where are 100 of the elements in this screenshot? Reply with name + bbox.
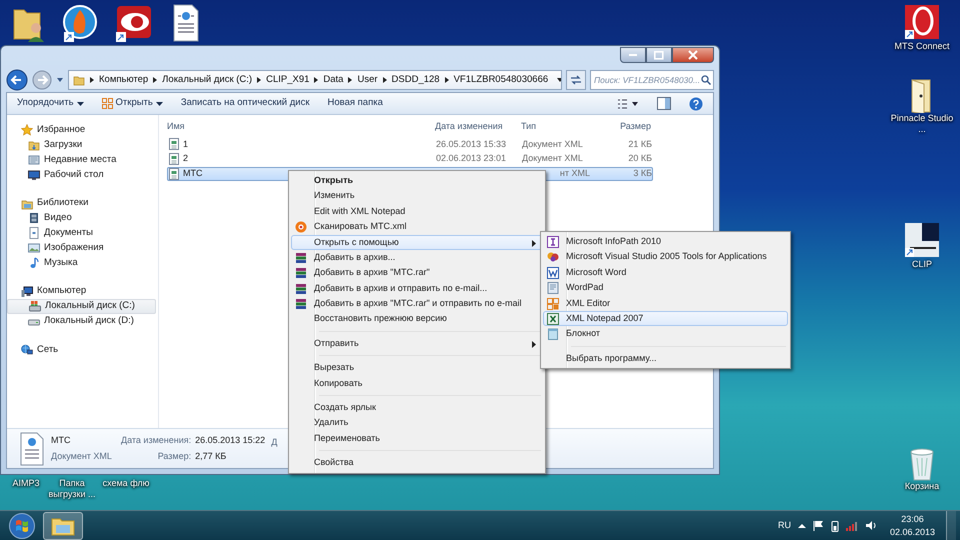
nav-item[interactable]: Библиотеки xyxy=(7,196,156,211)
menu-item[interactable]: Свойства xyxy=(291,455,543,471)
menu-item[interactable]: Открыть xyxy=(291,173,543,188)
library-folder-icon xyxy=(21,198,33,210)
column-header[interactable]: Дата изменения xyxy=(435,120,521,134)
column-header[interactable]: Тип xyxy=(521,120,603,134)
chevron-icon[interactable] xyxy=(313,76,320,84)
menu-item[interactable]: Изменить xyxy=(291,188,543,204)
nav-item[interactable]: Рабочий стол xyxy=(7,167,156,182)
breadcrumb-link[interactable]: DSDD_128 xyxy=(392,72,440,88)
menu-item[interactable]: Microsoft InfoPath 2010 xyxy=(543,234,788,250)
maximize-icon xyxy=(654,50,664,60)
breadcrumb-link[interactable]: Компьютер xyxy=(99,72,148,88)
chevron-icon[interactable] xyxy=(347,76,354,84)
menu-item[interactable]: WordPad xyxy=(543,280,788,296)
nav-item[interactable]: Избранное xyxy=(7,123,156,138)
star-icon xyxy=(21,124,33,136)
close-button[interactable] xyxy=(672,47,714,63)
breadcrumb-link[interactable]: Data xyxy=(323,72,344,88)
language-indicator[interactable]: RU xyxy=(778,518,791,532)
column-header[interactable]: Имя xyxy=(167,120,435,134)
folder-icon xyxy=(51,516,75,536)
breadcrumb-link[interactable]: VF1LZBR0548030666 xyxy=(454,72,548,88)
toolbar-button[interactable]: Новая папка xyxy=(328,96,383,111)
menu-item[interactable]: XML Editor xyxy=(543,296,788,311)
speaker-icon[interactable] xyxy=(864,520,877,531)
column-header[interactable]: Размер xyxy=(603,120,651,134)
show-hidden-icons-icon[interactable] xyxy=(798,522,806,528)
menu-item[interactable]: XML Notepad 2007 xyxy=(543,310,788,326)
menu-item[interactable]: Копировать xyxy=(291,376,543,392)
film-icon xyxy=(28,212,40,224)
clip-app-icon[interactable] xyxy=(902,222,942,259)
chevron-icon[interactable] xyxy=(152,76,158,84)
flag-icon[interactable] xyxy=(812,520,824,531)
menu-item[interactable]: Microsoft Visual Studio 2005 Tools for Applications xyxy=(543,249,788,265)
nav-item[interactable]: Музыка xyxy=(7,255,156,270)
view-options-icon[interactable] xyxy=(617,98,639,110)
chevron-icon[interactable] xyxy=(256,76,262,84)
menu-item[interactable]: Edit with XML Notepad xyxy=(291,204,543,220)
preview-pane-icon[interactable] xyxy=(657,97,671,110)
chevron-icon[interactable] xyxy=(89,76,95,84)
menu-item[interactable]: Вырезать xyxy=(291,360,543,376)
menu-item[interactable]: Открыть с помощью xyxy=(291,234,543,250)
menu-item[interactable]: Добавить в архив... xyxy=(291,250,543,266)
menu-item[interactable]: Переименовать xyxy=(291,430,543,446)
menu-item[interactable]: Добавить в архив и отправить по e-mail... xyxy=(291,280,543,296)
maximize-button[interactable] xyxy=(646,47,672,63)
menu-item[interactable]: Выбрать программу... xyxy=(543,350,788,366)
nav-item[interactable]: Недавние места xyxy=(7,152,156,168)
menu-item[interactable]: Удалить xyxy=(291,415,543,431)
battery-icon[interactable] xyxy=(830,520,839,532)
file-row[interactable]: 1 26.05.2013 15:33 Документ XML 21 КБ xyxy=(167,137,653,152)
breadcrumb-link[interactable]: User xyxy=(357,72,378,88)
address-bar[interactable]: Компьютер Локальный диск (C:) CLIP_X91 Data User DSDD_128 VF1LZBR0548030666 xyxy=(68,70,562,90)
menu-item[interactable]: Создать ярлык xyxy=(291,400,543,416)
menu-item[interactable]: Добавить в архив "MTC.rar" xyxy=(291,265,543,281)
show-desktop-button[interactable] xyxy=(946,510,956,540)
xml-file-icon xyxy=(168,153,180,166)
mts-logo-icon[interactable] xyxy=(902,4,942,41)
toolbar-button[interactable]: Упорядочить xyxy=(17,96,84,111)
breadcrumb-link[interactable]: CLIP_X91 xyxy=(266,72,310,88)
nav-item[interactable]: Компьютер xyxy=(7,284,156,299)
desktop-icon-label: Pinnacle Studio ... xyxy=(890,113,954,136)
menu-item[interactable]: Сканировать MTC.xml xyxy=(291,219,543,235)
nav-item[interactable]: Локальный диск (C:) xyxy=(7,298,156,314)
help-icon[interactable] xyxy=(689,96,703,110)
toolbar-button[interactable]: Открыть xyxy=(102,96,163,111)
file-row[interactable]: 2 02.06.2013 23:01 Документ XML 20 КБ xyxy=(167,152,653,167)
search-field[interactable]: Поиск: VF1LZBR0548030... xyxy=(590,70,714,90)
menu-item[interactable]: Отправить xyxy=(291,336,543,352)
clock[interactable]: 23:06 02.06.2013 xyxy=(890,513,935,538)
monitor-icon xyxy=(28,168,40,181)
file-type: Документ XML xyxy=(51,450,113,463)
minimize-icon xyxy=(629,54,637,56)
desktop-icon-label: Корзина xyxy=(904,481,940,492)
menu-item[interactable]: Добавить в архив "MTC.rar" и отправить по e-mail xyxy=(291,296,543,312)
breadcrumb-link[interactable]: Локальный диск (C:) xyxy=(162,72,252,88)
nav-item[interactable]: Сеть xyxy=(7,342,156,358)
nav-item[interactable]: Изображения xyxy=(7,240,156,256)
menu-item[interactable]: Microsoft Word xyxy=(543,264,788,280)
music-note-icon xyxy=(28,256,40,269)
back-button[interactable] xyxy=(6,69,28,91)
nav-item[interactable]: Документы xyxy=(7,226,156,241)
signal-bars-icon[interactable] xyxy=(846,520,858,531)
folder-icon xyxy=(73,74,85,86)
chevron-icon[interactable] xyxy=(444,76,450,84)
nav-item[interactable]: Загрузки xyxy=(7,138,156,153)
menu-item[interactable]: Восстановить прежнюю версию xyxy=(291,312,543,327)
toolbar-button[interactable]: Записать на оптический диск xyxy=(180,96,310,111)
chevron-icon[interactable] xyxy=(382,76,388,84)
menu-item[interactable]: Блокнот xyxy=(543,326,788,342)
nav-item[interactable]: Локальный диск (D:) xyxy=(7,314,156,329)
submenu-arrow-icon xyxy=(532,340,536,348)
file-name: 2 xyxy=(183,152,188,166)
file-name: MTC xyxy=(183,167,202,180)
notepad-icon xyxy=(547,328,559,340)
taskbar-button[interactable] xyxy=(43,512,83,540)
refresh-button[interactable] xyxy=(566,70,586,90)
nav-item[interactable]: Видео xyxy=(7,210,156,226)
minimize-button[interactable] xyxy=(620,47,646,63)
